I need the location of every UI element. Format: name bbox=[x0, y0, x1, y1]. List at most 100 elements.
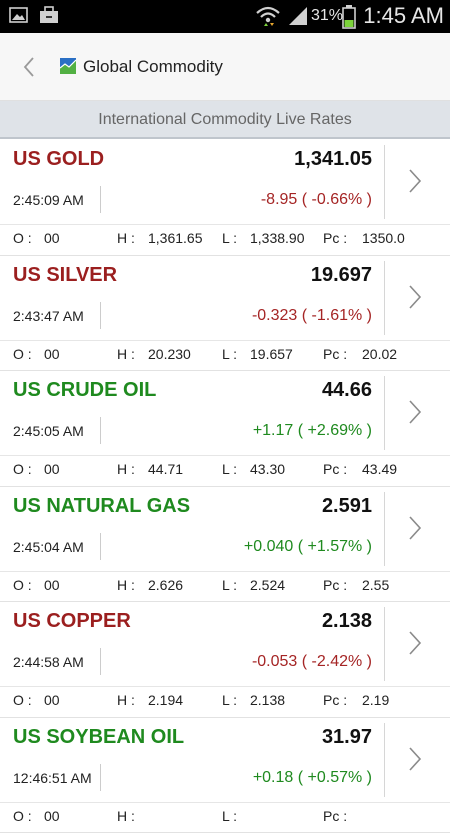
prev-close-value: 20.02 bbox=[362, 346, 397, 362]
update-time: 2:44:58 AM bbox=[13, 654, 84, 670]
open-value: 00 bbox=[44, 346, 60, 362]
divider bbox=[0, 802, 450, 803]
divider bbox=[0, 340, 450, 341]
image-icon bbox=[9, 6, 29, 24]
commodity-price: 31.97 bbox=[322, 726, 372, 749]
page-title: Global Commodity bbox=[83, 57, 223, 77]
low-label: L : bbox=[222, 461, 237, 477]
commodity-price: 44.66 bbox=[322, 379, 372, 402]
low-value: 19.657 bbox=[250, 346, 293, 362]
prev-close-value: 43.49 bbox=[362, 461, 397, 477]
high-label: H : bbox=[117, 230, 135, 246]
price-change: -8.95 ( -0.66% ) bbox=[261, 191, 372, 209]
prev-close-value: 1350.0 bbox=[362, 230, 405, 246]
divider bbox=[0, 686, 450, 687]
divider bbox=[384, 492, 385, 566]
prev-close-label: Pc : bbox=[323, 346, 347, 362]
price-change: +1.17 ( +2.69% ) bbox=[253, 422, 372, 440]
update-time: 2:45:09 AM bbox=[13, 192, 84, 208]
divider bbox=[384, 145, 385, 219]
update-time: 2:45:05 AM bbox=[13, 423, 84, 439]
prev-close-label: Pc : bbox=[323, 577, 347, 593]
section-header: International Commodity Live Rates bbox=[0, 101, 450, 139]
briefcase-icon bbox=[39, 6, 59, 24]
chevron-right-icon[interactable] bbox=[407, 399, 423, 425]
divider bbox=[0, 571, 450, 572]
divider bbox=[384, 607, 385, 681]
open-value: 00 bbox=[44, 808, 60, 824]
chevron-right-icon[interactable] bbox=[407, 746, 423, 772]
chevron-right-icon[interactable] bbox=[407, 515, 423, 541]
price-change: -0.053 ( -2.42% ) bbox=[252, 653, 372, 671]
commodity-price: 19.697 bbox=[311, 264, 372, 287]
low-label: L : bbox=[222, 808, 237, 824]
low-label: L : bbox=[222, 577, 237, 593]
commodity-price: 2.138 bbox=[322, 610, 372, 633]
prev-close-label: Pc : bbox=[323, 808, 347, 824]
open-label: O : bbox=[13, 692, 32, 708]
prev-close-label: Pc : bbox=[323, 461, 347, 477]
commodity-row[interactable]: US GOLD 1,341.05 2:45:09 AM -8.95 ( -0.66% … bbox=[0, 140, 450, 256]
divider bbox=[100, 302, 101, 329]
update-time: 2:43:47 AM bbox=[13, 308, 84, 324]
chart-logo-icon bbox=[60, 58, 76, 74]
divider bbox=[0, 224, 450, 225]
chevron-right-icon[interactable] bbox=[407, 630, 423, 656]
commodity-name: US CRUDE OIL bbox=[13, 379, 156, 402]
chevron-right-icon[interactable] bbox=[407, 284, 423, 310]
prev-close-label: Pc : bbox=[323, 692, 347, 708]
high-value: 2.194 bbox=[148, 692, 183, 708]
commodity-row[interactable]: US CRUDE OIL 44.66 2:45:05 AM +1.17 ( +2.69… bbox=[0, 371, 450, 487]
commodity-row[interactable]: US SOYBEAN OIL31.9712:46:51 AM+0.18 ( +0… bbox=[0, 718, 450, 833]
commodity-price: 1,341.05 bbox=[294, 148, 372, 171]
commodity-name: US SILVER bbox=[13, 264, 117, 287]
divider bbox=[100, 648, 101, 675]
commodity-row[interactable]: US SILVER 19.697 2:43:47 AM -0.323 ( -1.61%… bbox=[0, 256, 450, 372]
divider bbox=[100, 764, 101, 791]
divider bbox=[384, 723, 385, 797]
open-value: 00 bbox=[44, 461, 60, 477]
low-value: 2.138 bbox=[250, 692, 285, 708]
prev-close-value: 2.55 bbox=[362, 577, 389, 593]
divider bbox=[100, 533, 101, 560]
price-change: +0.18 ( +0.57% ) bbox=[253, 769, 372, 787]
commodity-price: 2.591 bbox=[322, 495, 372, 518]
divider bbox=[384, 261, 385, 335]
price-change: -0.323 ( -1.61% ) bbox=[252, 307, 372, 325]
high-value: 44.71 bbox=[148, 461, 183, 477]
open-label: O : bbox=[13, 346, 32, 362]
prev-close-value: 2.19 bbox=[362, 692, 389, 708]
high-label: H : bbox=[117, 346, 135, 362]
divider bbox=[0, 455, 450, 456]
open-label: O : bbox=[13, 230, 32, 246]
low-label: L : bbox=[222, 692, 237, 708]
divider bbox=[100, 186, 101, 213]
low-value: 43.30 bbox=[250, 461, 285, 477]
divider bbox=[100, 417, 101, 444]
open-label: O : bbox=[13, 461, 32, 477]
low-label: L : bbox=[222, 230, 237, 246]
back-icon[interactable] bbox=[18, 55, 42, 79]
chevron-right-icon[interactable] bbox=[407, 168, 423, 194]
commodity-row[interactable]: US NATURAL GAS2.5912:45:04 AM+0.040 ( +1… bbox=[0, 487, 450, 603]
commodity-row[interactable]: US COPPER 2.138 2:44:58 AM -0.053 ( -2.42% … bbox=[0, 602, 450, 718]
price-change: +0.040 ( +1.57% ) bbox=[244, 538, 372, 556]
wifi-icon bbox=[255, 4, 281, 28]
high-label: H : bbox=[117, 461, 135, 477]
open-value: 00 bbox=[44, 230, 60, 246]
high-value: 2.626 bbox=[148, 577, 183, 593]
update-time: 2:45:04 AM bbox=[13, 539, 84, 555]
high-label: H : bbox=[117, 808, 135, 824]
commodity-name: US GOLD bbox=[13, 148, 104, 171]
open-label: O : bbox=[13, 577, 32, 593]
high-label: H : bbox=[117, 577, 135, 593]
open-value: 00 bbox=[44, 577, 60, 593]
battery-icon bbox=[342, 5, 356, 29]
battery-percent: 31% bbox=[311, 7, 343, 25]
open-value: 00 bbox=[44, 692, 60, 708]
status-bar: 31% 1:45 AM bbox=[0, 0, 450, 33]
divider bbox=[384, 376, 385, 450]
commodity-name: US COPPER bbox=[13, 610, 131, 633]
app-bar: Global Commodity bbox=[0, 33, 450, 101]
commodity-name: US SOYBEAN OIL bbox=[13, 726, 184, 749]
